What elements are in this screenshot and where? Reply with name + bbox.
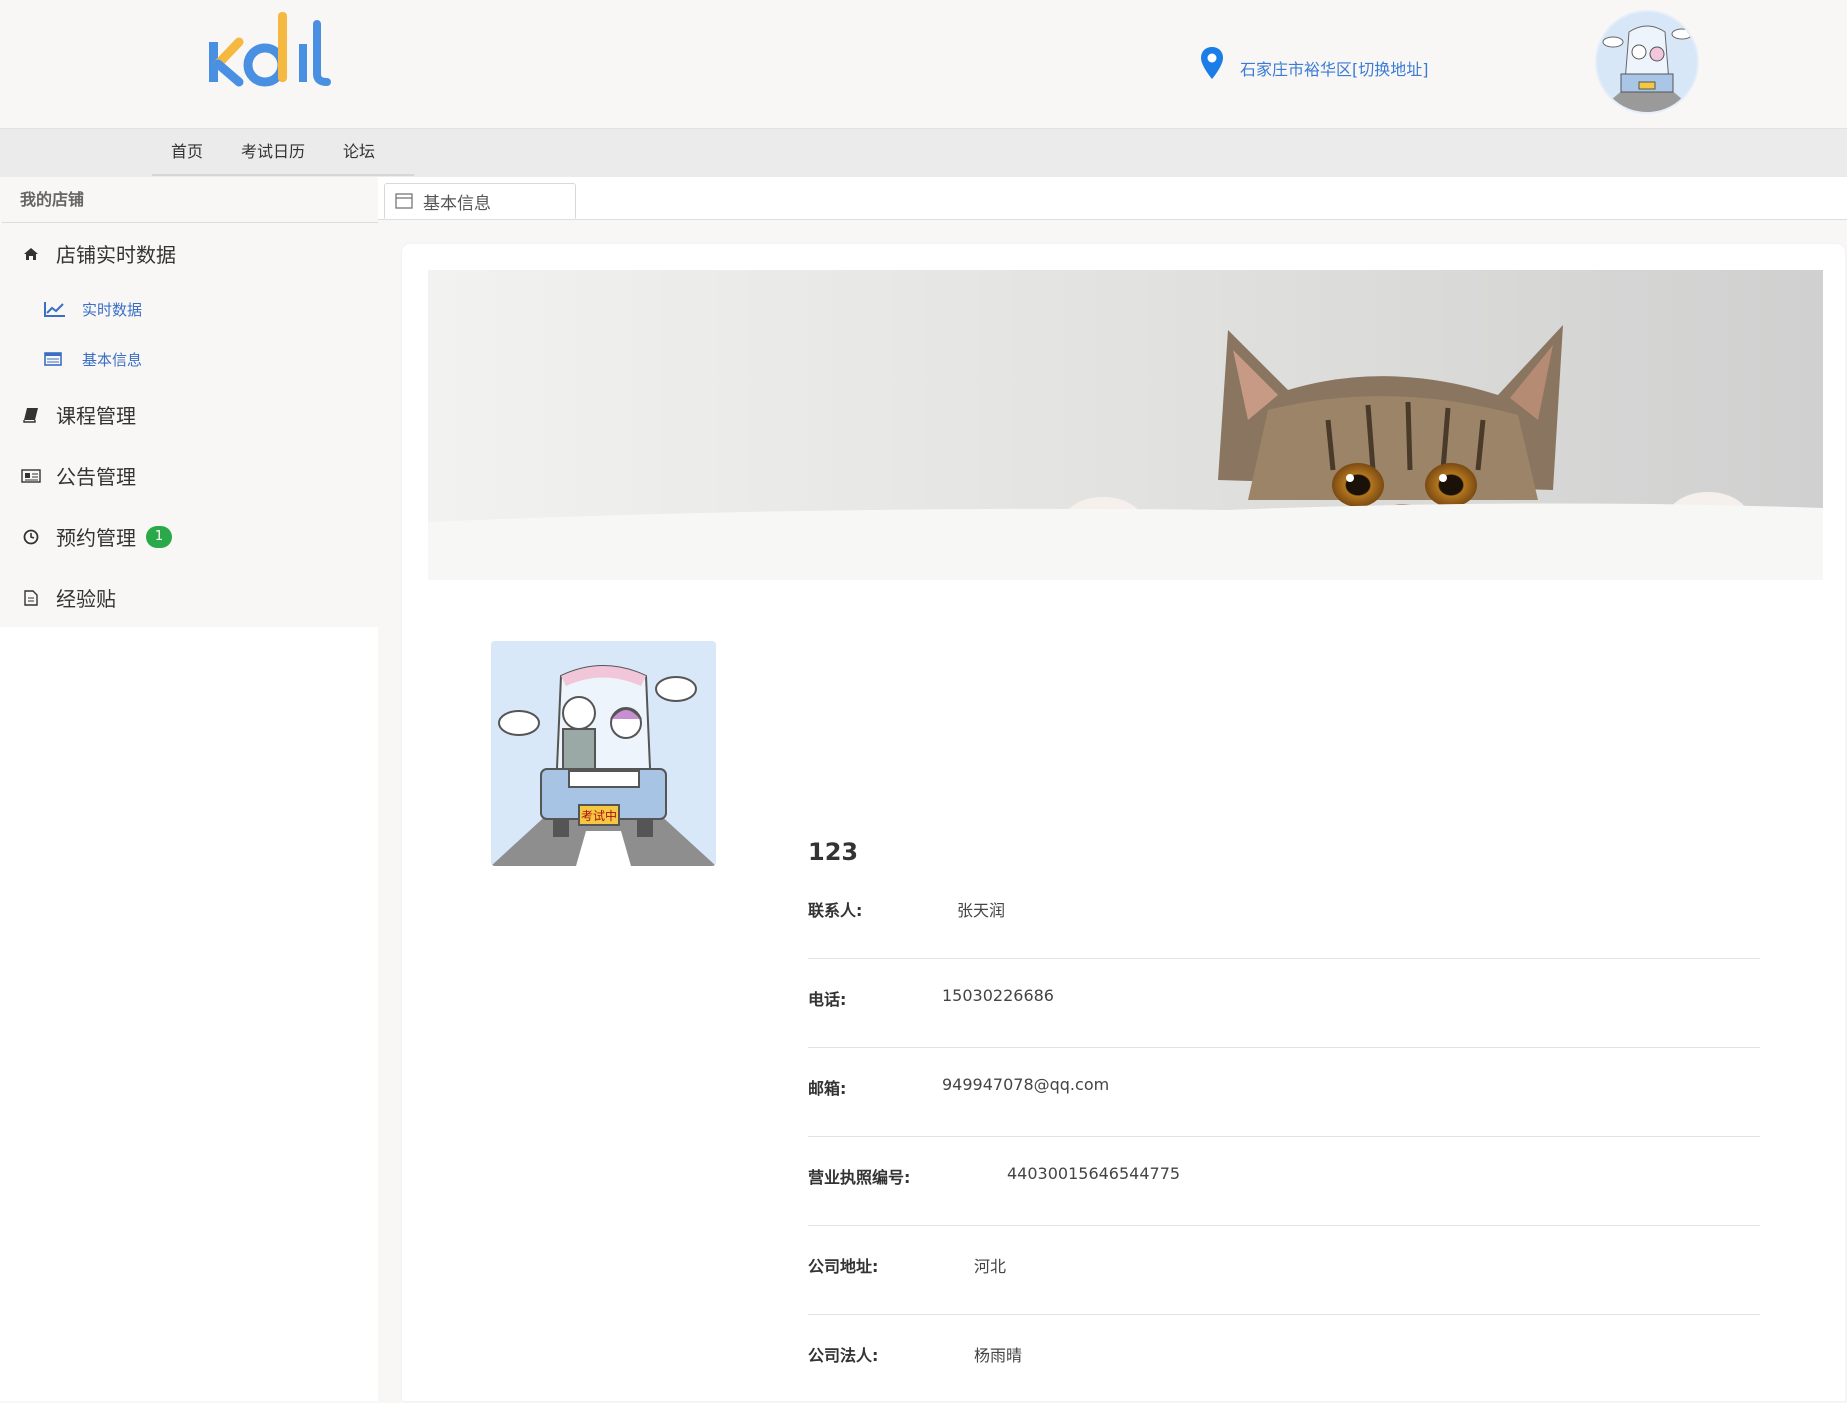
cat-banner-image <box>428 270 1823 580</box>
window-icon <box>395 193 413 209</box>
phone-value: 15030226686 <box>942 986 1054 1005</box>
nav-exam-calendar[interactable]: 考试日历 <box>222 129 324 174</box>
file-icon <box>20 588 42 608</box>
tab-strip: 基本信息 <box>378 177 1847 220</box>
sidebar-empty-area <box>0 627 378 1401</box>
sidebar-subitem-basic-info[interactable]: 基本信息 <box>2 334 378 384</box>
avatar-plate-text: 考试中 <box>581 808 617 823</box>
info-row-license: 营业执照编号: 44030015646544775 <box>808 1137 1760 1226</box>
info-row-contact: 联系人: 张天润 <box>808 870 1760 959</box>
user-avatar[interactable] <box>1595 10 1699 114</box>
sidebar-subitem-realtime-data[interactable]: 实时数据 <box>2 284 378 334</box>
line-chart-icon <box>44 299 68 319</box>
top-header: 石家庄市裕华区[切换地址] <box>0 0 1847 129</box>
info-label: 邮箱: <box>808 1079 847 1098</box>
sidebar-item-announcement-management[interactable]: 公告管理 <box>2 445 378 506</box>
sidebar-subitem-label: 实时数据 <box>82 300 143 319</box>
sidebar-item-label: 店铺实时数据 <box>56 243 176 267</box>
table-icon <box>44 349 68 369</box>
sidebar-item-course-management[interactable]: 课程管理 <box>2 384 378 445</box>
avatar-illustration <box>1597 12 1697 112</box>
location-selector[interactable]: 石家庄市裕华区[切换地址] <box>1200 46 1429 80</box>
nav-forum[interactable]: 论坛 <box>324 129 394 174</box>
info-row-address: 公司地址: 河北 <box>808 1226 1760 1315</box>
email-value: 949947078@qq.com <box>942 1075 1110 1094</box>
appointment-count-badge: 1 <box>146 525 172 548</box>
map-pin-icon <box>1201 47 1223 79</box>
sidebar-item-label: 经验贴 <box>56 587 116 611</box>
sidebar-item-experience-posts[interactable]: 经验贴 <box>2 567 378 628</box>
sidebar-item-label: 公告管理 <box>56 465 136 489</box>
main-nav: 首页 考试日历 论坛 <box>0 129 1847 177</box>
shop-avatar: 考试中 <box>491 641 716 866</box>
info-label: 电话: <box>808 990 847 1009</box>
newspaper-icon <box>20 466 42 486</box>
tab-basic-info[interactable]: 基本信息 <box>384 183 576 219</box>
sidebar-title: 我的店铺 <box>2 177 378 223</box>
nav-menu: 首页 考试日历 论坛 <box>152 129 415 176</box>
sidebar-subitem-label: 基本信息 <box>82 350 143 369</box>
license-number-value: 44030015646544775 <box>1007 1164 1181 1183</box>
company-address-value: 河北 <box>974 1257 1007 1276</box>
home-icon <box>20 244 42 264</box>
info-label: 营业执照编号: <box>808 1168 911 1187</box>
tab-label: 基本信息 <box>423 193 491 214</box>
info-row-legal-person: 公司法人: 杨雨晴 <box>808 1315 1760 1403</box>
shop-name: 123 <box>808 838 859 866</box>
shop-info-card: 考试中 123 联系人: 张天润 电话: 15030226686 邮箱: 949… <box>402 244 1845 1401</box>
info-row-email: 邮箱: 949947078@qq.com <box>808 1048 1760 1137</box>
sidebar-item-appointment-management[interactable]: 预约管理 1 <box>2 506 378 567</box>
shop-avatar-illustration: 考试中 <box>491 641 716 866</box>
info-label: 公司地址: <box>808 1257 879 1276</box>
sidebar-item-store-realtime[interactable]: 店铺实时数据 <box>2 223 378 284</box>
location-link[interactable]: 石家庄市裕华区[切换地址] <box>1240 56 1429 80</box>
info-label: 联系人: <box>808 901 863 920</box>
legal-person-value: 杨雨晴 <box>974 1346 1023 1365</box>
sidebar-item-label: 预约管理 <box>56 526 136 550</box>
nav-home[interactable]: 首页 <box>152 129 222 174</box>
book-icon <box>20 405 42 425</box>
contact-person-value: 张天润 <box>957 901 1006 920</box>
clock-icon <box>20 527 42 547</box>
site-logo[interactable] <box>205 8 355 98</box>
sidebar: 我的店铺 店铺实时数据 实时数据 基本信息 课程管理 公告管理 预约管理 1 经… <box>2 177 378 627</box>
info-label: 公司法人: <box>808 1346 879 1365</box>
sidebar-item-label: 课程管理 <box>56 404 136 428</box>
cover-banner <box>428 270 1823 580</box>
info-row-phone: 电话: 15030226686 <box>808 959 1760 1048</box>
